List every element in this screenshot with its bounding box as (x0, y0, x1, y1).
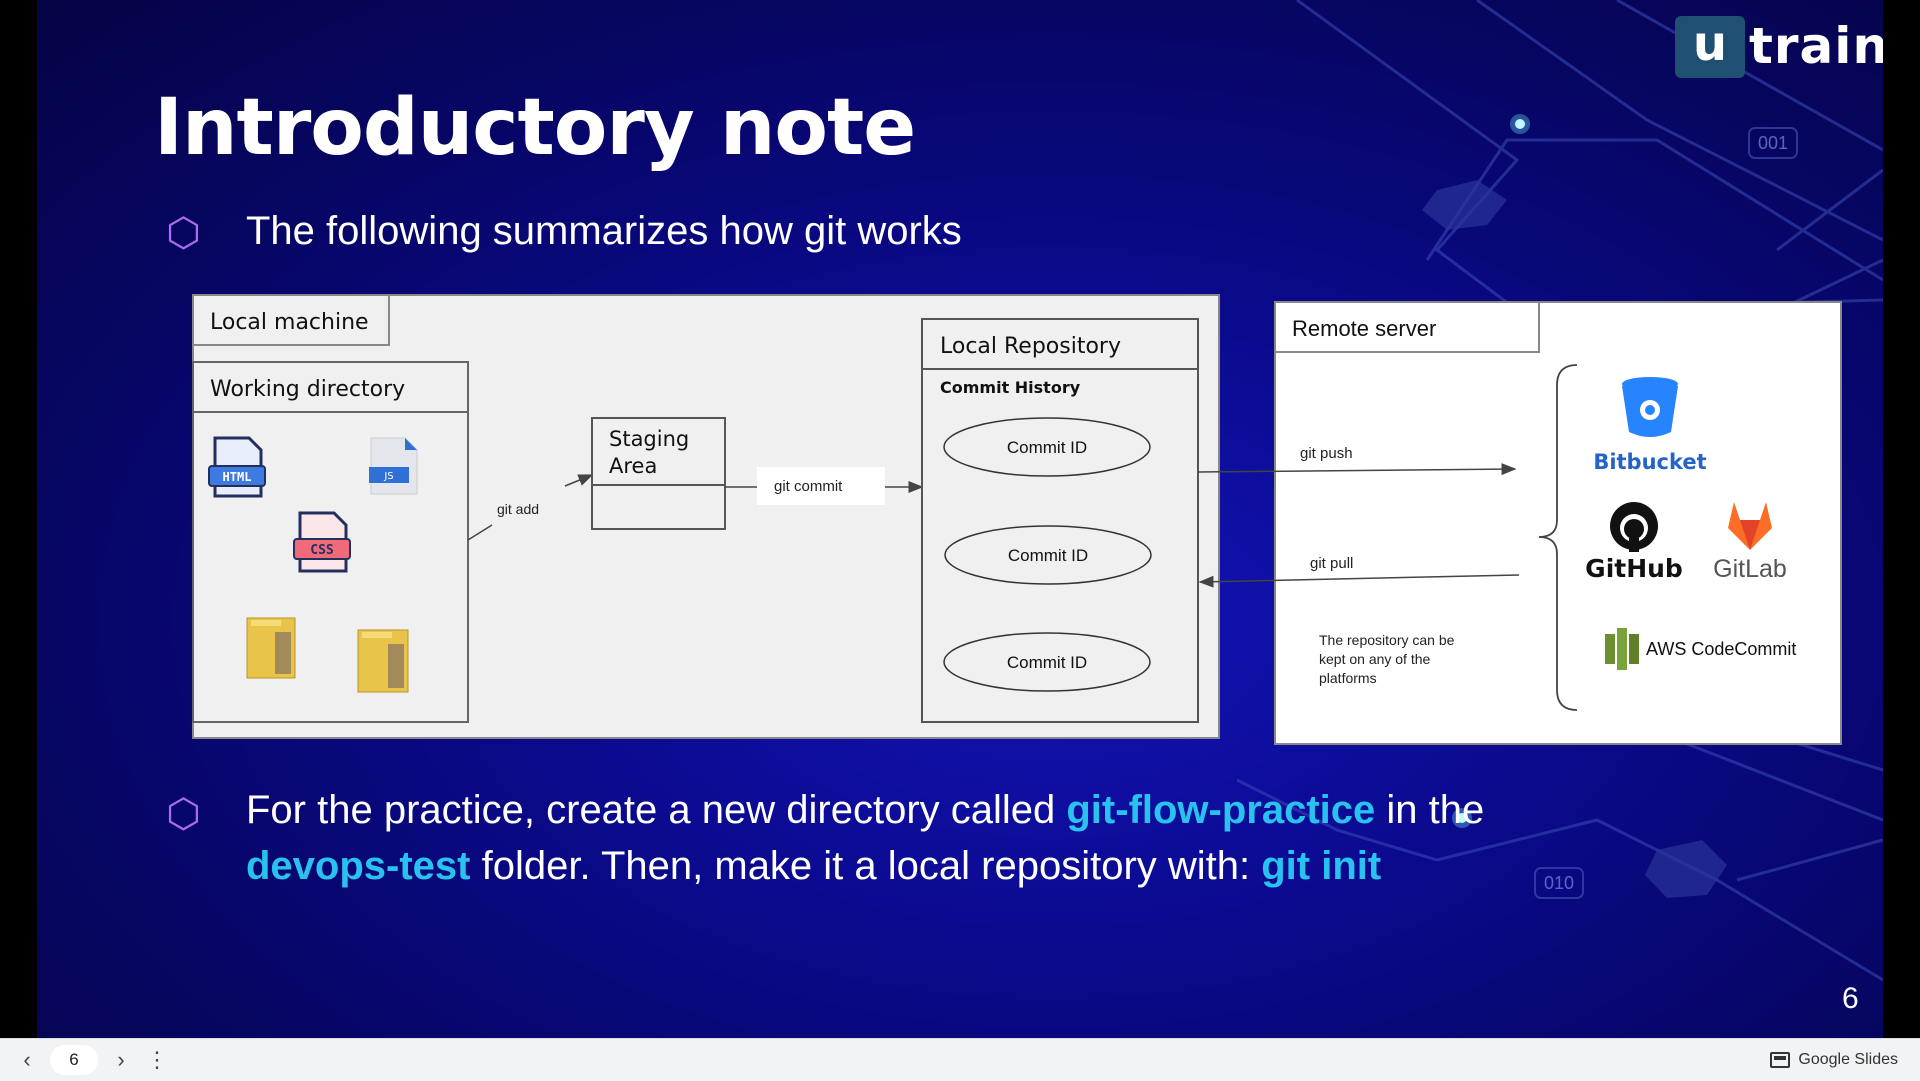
remote-note-line1: The repository can be (1319, 632, 1455, 648)
html-file-icon: HTML (208, 436, 266, 498)
github-logo: GitHub (1584, 497, 1684, 583)
bitbucket-logo: Bitbucket (1593, 373, 1707, 474)
svg-text:AWS CodeCommit: AWS CodeCommit (1646, 639, 1796, 659)
practice-text-part3: folder. Then, make it a local repository… (470, 844, 1262, 888)
git-push-label: git push (1300, 445, 1353, 462)
svg-text:GitLab: GitLab (1713, 555, 1787, 583)
folder-icon (246, 617, 296, 679)
git-commit-label: git commit (774, 478, 843, 495)
page-number-input[interactable]: 6 (50, 1045, 98, 1075)
slides-viewer-toolbar: ‹ 6 › ⋮ Google Slides (0, 1038, 1920, 1081)
remote-server-label: Remote server (1292, 316, 1436, 341)
previous-slide-chevron-icon[interactable]: ‹ (14, 1047, 40, 1073)
css-file-icon: CSS (293, 511, 351, 573)
remote-note-line3: platforms (1319, 670, 1377, 686)
staging-area-label-line1: Staging (609, 427, 689, 451)
google-slides-label: Google Slides (1798, 1051, 1898, 1068)
svg-text:CSS: CSS (310, 543, 334, 558)
svg-text:HTML: HTML (223, 470, 252, 484)
local-machine-label: Local machine (210, 310, 369, 335)
slide-canvas: 001 010 u train Introductory note ⬡ The … (37, 0, 1883, 1038)
bullet-text-practice: For the practice, create a new directory… (246, 782, 1656, 894)
commit-history-label: Commit History (940, 378, 1081, 397)
practice-text-part2: in the (1375, 788, 1485, 832)
gitlab-logo: GitLab (1710, 497, 1790, 583)
folder-icon (357, 629, 409, 693)
more-options-icon[interactable]: ⋮ (144, 1047, 170, 1073)
highlight-git-flow-practice: git-flow-practice (1066, 788, 1376, 832)
practice-text-part1: For the practice, create a new directory… (246, 788, 1067, 832)
local-repository-label: Local Repository (940, 334, 1121, 359)
svg-text:JS: JS (383, 471, 393, 482)
git-pull-label: git pull (1310, 555, 1353, 572)
remote-note-line2: kept on any of the (1319, 651, 1431, 667)
staging-area-label-line2: Area (609, 454, 657, 478)
next-slide-chevron-icon[interactable]: › (108, 1047, 134, 1073)
slide-page-number: 6 (1842, 982, 1859, 1015)
hexagon-bullet-icon: ⬡ (166, 791, 201, 837)
commit-id-label: Commit ID (1007, 438, 1087, 457)
js-file-icon: JS (369, 437, 418, 495)
highlight-git-init: git init (1261, 844, 1382, 888)
aws-codecommit-logo: AWS CodeCommit (1597, 606, 1805, 691)
google-slides-icon (1770, 1051, 1791, 1068)
commit-id-label: Commit ID (1007, 653, 1087, 672)
commit-id-label: Commit ID (1008, 546, 1088, 565)
git-add-label: git add (497, 501, 539, 517)
svg-text:Bitbucket: Bitbucket (1593, 450, 1706, 474)
google-slides-link[interactable]: Google Slides (1770, 1049, 1898, 1071)
highlight-devops-test: devops-test (246, 844, 471, 888)
svg-text:GitHub: GitHub (1585, 554, 1683, 583)
working-directory-label: Working directory (210, 377, 405, 402)
